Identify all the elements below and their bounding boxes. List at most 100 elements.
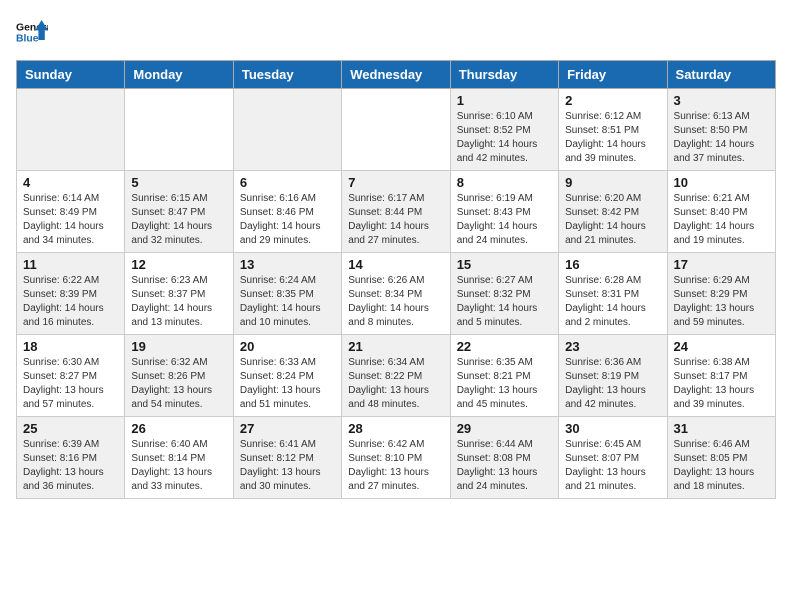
weekday-header-tuesday: Tuesday xyxy=(233,61,341,89)
calendar-day-cell: 26 Sunrise: 6:40 AM Sunset: 8:14 PM Dayli… xyxy=(125,417,233,499)
day-number: 9 xyxy=(565,175,660,190)
calendar-day-cell xyxy=(17,89,125,171)
weekday-header-wednesday: Wednesday xyxy=(342,61,450,89)
calendar-day-cell: 28 Sunrise: 6:42 AM Sunset: 8:10 PM Dayli… xyxy=(342,417,450,499)
calendar-day-cell: 11 Sunrise: 6:22 AM Sunset: 8:39 PM Dayli… xyxy=(17,253,125,335)
calendar-week-row: 18Sunrise: 6:30 AM Sunset: 8:27 PM Dayli… xyxy=(17,335,776,417)
day-info: Sunrise: 6:34 AM Sunset: 8:22 PM Dayligh… xyxy=(348,356,443,412)
header: General Blue xyxy=(16,16,776,48)
day-info: Sunrise: 6:21 AM Sunset: 8:40 PM Dayligh… xyxy=(674,192,769,248)
calendar-day-cell: 19 Sunrise: 6:32 AM Sunset: 8:26 PM Dayli… xyxy=(125,335,233,417)
day-number: 15 xyxy=(457,257,552,272)
calendar-day-cell: 6Sunrise: 6:16 AM Sunset: 8:46 PM Daylig… xyxy=(233,171,341,253)
calendar-day-cell: 22 Sunrise: 6:35 AM Sunset: 8:21 PM Dayli… xyxy=(450,335,558,417)
day-info: Sunrise: 6:44 AM Sunset: 8:08 PM Dayligh… xyxy=(457,438,552,494)
day-number: 26 xyxy=(131,421,226,436)
day-number: 7 xyxy=(348,175,443,190)
calendar-day-cell: 23 Sunrise: 6:36 AM Sunset: 8:19 PM Dayli… xyxy=(559,335,667,417)
day-info: Sunrise: 6:12 AM Sunset: 8:51 PM Dayligh… xyxy=(565,110,660,166)
calendar-day-cell xyxy=(125,89,233,171)
calendar-day-cell: 16Sunrise: 6:28 AM Sunset: 8:31 PM Dayli… xyxy=(559,253,667,335)
calendar-day-cell: 12 Sunrise: 6:23 AM Sunset: 8:37 PM Dayli… xyxy=(125,253,233,335)
day-number: 1 xyxy=(457,93,552,108)
day-number: 21 xyxy=(348,339,443,354)
day-info: Sunrise: 6:22 AM Sunset: 8:39 PM Dayligh… xyxy=(23,274,118,330)
calendar-day-cell: 3Sunrise: 6:13 AM Sunset: 8:50 PM Daylig… xyxy=(667,89,775,171)
logo: General Blue xyxy=(16,16,52,48)
weekday-header-thursday: Thursday xyxy=(450,61,558,89)
calendar-day-cell: 24 Sunrise: 6:38 AM Sunset: 8:17 PM Dayli… xyxy=(667,335,775,417)
calendar-day-cell: 13Sunrise: 6:24 AM Sunset: 8:35 PM Dayli… xyxy=(233,253,341,335)
calendar-day-cell: 8Sunrise: 6:19 AM Sunset: 8:43 PM Daylig… xyxy=(450,171,558,253)
day-number: 4 xyxy=(23,175,118,190)
day-number: 24 xyxy=(674,339,769,354)
calendar-day-cell xyxy=(342,89,450,171)
day-info: Sunrise: 6:24 AM Sunset: 8:35 PM Dayligh… xyxy=(240,274,335,330)
calendar-day-cell: 21 Sunrise: 6:34 AM Sunset: 8:22 PM Dayli… xyxy=(342,335,450,417)
calendar-week-row: 4 Sunrise: 6:14 AM Sunset: 8:49 PM Daylig… xyxy=(17,171,776,253)
calendar-day-cell: 15 Sunrise: 6:27 AM Sunset: 8:32 PM Dayli… xyxy=(450,253,558,335)
day-number: 19 xyxy=(131,339,226,354)
day-number: 10 xyxy=(674,175,769,190)
calendar-header-row: SundayMondayTuesdayWednesdayThursdayFrid… xyxy=(17,61,776,89)
calendar-day-cell: 17Sunrise: 6:29 AM Sunset: 8:29 PM Dayli… xyxy=(667,253,775,335)
day-info: Sunrise: 6:38 AM Sunset: 8:17 PM Dayligh… xyxy=(674,356,769,412)
day-info: Sunrise: 6:36 AM Sunset: 8:19 PM Dayligh… xyxy=(565,356,660,412)
day-number: 14 xyxy=(348,257,443,272)
day-number: 27 xyxy=(240,421,335,436)
calendar-day-cell: 9 Sunrise: 6:20 AM Sunset: 8:42 PM Daylig… xyxy=(559,171,667,253)
calendar-day-cell: 10 Sunrise: 6:21 AM Sunset: 8:40 PM Dayli… xyxy=(667,171,775,253)
day-info: Sunrise: 6:23 AM Sunset: 8:37 PM Dayligh… xyxy=(131,274,226,330)
calendar-day-cell: 25 Sunrise: 6:39 AM Sunset: 8:16 PM Dayli… xyxy=(17,417,125,499)
day-number: 30 xyxy=(565,421,660,436)
calendar-day-cell xyxy=(233,89,341,171)
calendar-day-cell: 14 Sunrise: 6:26 AM Sunset: 8:34 PM Dayli… xyxy=(342,253,450,335)
day-info: Sunrise: 6:14 AM Sunset: 8:49 PM Dayligh… xyxy=(23,192,118,248)
day-number: 11 xyxy=(23,257,118,272)
calendar-day-cell: 5Sunrise: 6:15 AM Sunset: 8:47 PM Daylig… xyxy=(125,171,233,253)
day-info: Sunrise: 6:39 AM Sunset: 8:16 PM Dayligh… xyxy=(23,438,118,494)
day-info: Sunrise: 6:46 AM Sunset: 8:05 PM Dayligh… xyxy=(674,438,769,494)
day-info: Sunrise: 6:20 AM Sunset: 8:42 PM Dayligh… xyxy=(565,192,660,248)
calendar-day-cell: 18Sunrise: 6:30 AM Sunset: 8:27 PM Dayli… xyxy=(17,335,125,417)
day-number: 29 xyxy=(457,421,552,436)
day-info: Sunrise: 6:19 AM Sunset: 8:43 PM Dayligh… xyxy=(457,192,552,248)
calendar-day-cell: 4 Sunrise: 6:14 AM Sunset: 8:49 PM Daylig… xyxy=(17,171,125,253)
day-info: Sunrise: 6:42 AM Sunset: 8:10 PM Dayligh… xyxy=(348,438,443,494)
day-number: 22 xyxy=(457,339,552,354)
day-number: 23 xyxy=(565,339,660,354)
day-info: Sunrise: 6:32 AM Sunset: 8:26 PM Dayligh… xyxy=(131,356,226,412)
weekday-header-monday: Monday xyxy=(125,61,233,89)
day-number: 12 xyxy=(131,257,226,272)
calendar-day-cell: 30 Sunrise: 6:45 AM Sunset: 8:07 PM Dayli… xyxy=(559,417,667,499)
day-info: Sunrise: 6:40 AM Sunset: 8:14 PM Dayligh… xyxy=(131,438,226,494)
weekday-header-sunday: Sunday xyxy=(17,61,125,89)
calendar-week-row: 25 Sunrise: 6:39 AM Sunset: 8:16 PM Dayli… xyxy=(17,417,776,499)
calendar-day-cell: 29 Sunrise: 6:44 AM Sunset: 8:08 PM Dayli… xyxy=(450,417,558,499)
day-info: Sunrise: 6:27 AM Sunset: 8:32 PM Dayligh… xyxy=(457,274,552,330)
day-info: Sunrise: 6:45 AM Sunset: 8:07 PM Dayligh… xyxy=(565,438,660,494)
day-number: 2 xyxy=(565,93,660,108)
day-number: 6 xyxy=(240,175,335,190)
day-info: Sunrise: 6:29 AM Sunset: 8:29 PM Dayligh… xyxy=(674,274,769,330)
day-info: Sunrise: 6:33 AM Sunset: 8:24 PM Dayligh… xyxy=(240,356,335,412)
day-info: Sunrise: 6:41 AM Sunset: 8:12 PM Dayligh… xyxy=(240,438,335,494)
day-number: 31 xyxy=(674,421,769,436)
day-info: Sunrise: 6:26 AM Sunset: 8:34 PM Dayligh… xyxy=(348,274,443,330)
calendar-week-row: 11 Sunrise: 6:22 AM Sunset: 8:39 PM Dayli… xyxy=(17,253,776,335)
day-info: Sunrise: 6:28 AM Sunset: 8:31 PM Dayligh… xyxy=(565,274,660,330)
calendar-day-cell: 20 Sunrise: 6:33 AM Sunset: 8:24 PM Dayli… xyxy=(233,335,341,417)
calendar-day-cell: 2 Sunrise: 6:12 AM Sunset: 8:51 PM Daylig… xyxy=(559,89,667,171)
day-info: Sunrise: 6:35 AM Sunset: 8:21 PM Dayligh… xyxy=(457,356,552,412)
day-number: 3 xyxy=(674,93,769,108)
day-info: Sunrise: 6:30 AM Sunset: 8:27 PM Dayligh… xyxy=(23,356,118,412)
calendar-day-cell: 27 Sunrise: 6:41 AM Sunset: 8:12 PM Dayli… xyxy=(233,417,341,499)
day-number: 28 xyxy=(348,421,443,436)
day-number: 20 xyxy=(240,339,335,354)
day-number: 25 xyxy=(23,421,118,436)
weekday-header-friday: Friday xyxy=(559,61,667,89)
svg-text:Blue: Blue xyxy=(16,34,39,45)
calendar-week-row: 1Sunrise: 6:10 AM Sunset: 8:52 PM Daylig… xyxy=(17,89,776,171)
calendar-table: SundayMondayTuesdayWednesdayThursdayFrid… xyxy=(16,60,776,499)
calendar-day-cell: 31 Sunrise: 6:46 AM Sunset: 8:05 PM Dayli… xyxy=(667,417,775,499)
